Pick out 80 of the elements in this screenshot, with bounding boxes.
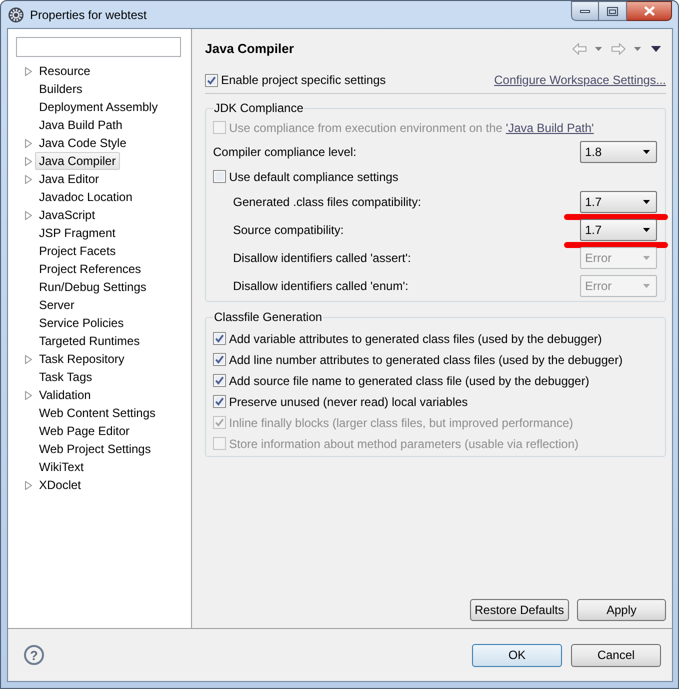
tree-item[interactable]: Task Tags: [35, 368, 96, 386]
checkbox-label: Enable project specific settings: [221, 72, 386, 89]
tree-item[interactable]: Resource: [35, 62, 94, 80]
checkbox-label: Add variable attributes to generated class files (used by the debugger): [229, 330, 602, 348]
expand-triangle-icon[interactable]: [25, 174, 32, 184]
action-button[interactable]: Apply: [577, 599, 666, 621]
back-arrow-icon[interactable]: [572, 43, 587, 55]
expand-triangle-icon[interactable]: [25, 480, 32, 490]
maximize-button[interactable]: [599, 1, 627, 21]
checkbox[interactable]: [213, 374, 226, 387]
close-icon: [644, 6, 654, 16]
checkbox[interactable]: [205, 74, 218, 86]
expand-triangle-icon[interactable]: [25, 138, 32, 148]
field-label: Generated .class files compatibility:: [233, 194, 422, 211]
tree-item[interactable]: Java Code Style: [35, 134, 130, 152]
checkbox-label: Store information about method parameters (usable via reflection): [229, 436, 579, 452]
field-label: Compiler compliance level:: [213, 144, 358, 161]
close-button[interactable]: [627, 1, 672, 21]
field-label: Disallow identifiers called 'assert':: [233, 250, 412, 267]
workspace-settings-link[interactable]: Configure Workspace Settings...: [494, 71, 666, 89]
group-title: Classfile Generation: [213, 309, 324, 325]
dropdown[interactable]: 1.7: [580, 219, 657, 241]
tree-item[interactable]: Project References: [35, 260, 146, 278]
tree-item[interactable]: JSP Fragment: [35, 224, 120, 242]
tree-item[interactable]: Java Build Path: [35, 116, 126, 134]
forward-arrow-icon[interactable]: [611, 43, 626, 55]
checkbox[interactable]: [213, 332, 226, 345]
filter-field[interactable]: [16, 37, 181, 57]
caret-down-icon: [643, 256, 650, 260]
tree-item[interactable]: Service Policies: [35, 314, 128, 332]
tree-item[interactable]: WikiText: [35, 458, 88, 476]
tree-item[interactable]: Task Repository: [35, 350, 128, 368]
field-label: Source compatibility:: [233, 222, 345, 239]
caret-down-icon: [643, 284, 650, 288]
tree-item[interactable]: Javadoc Location: [35, 188, 136, 206]
checkbox-label: Preserve unused (never read) local variables: [229, 394, 468, 410]
tree-item[interactable]: Deployment Assembly: [35, 98, 162, 116]
dropdown[interactable]: 1.8: [580, 141, 657, 163]
gear-icon: [8, 6, 24, 22]
tree-item[interactable]: Builders: [35, 80, 86, 98]
tree-item[interactable]: Web Project Settings: [35, 440, 155, 458]
tree-item[interactable]: Web Content Settings: [35, 404, 160, 422]
page-title: Java Compiler: [205, 40, 294, 58]
checkbox-label: Use default compliance settings: [229, 168, 398, 186]
checkbox-label: Inline finally blocks (larger class files, but improved performance): [229, 414, 574, 432]
help-button[interactable]: ?: [24, 645, 44, 665]
tree-item[interactable]: Web Page Editor: [35, 422, 134, 440]
minimize-button[interactable]: [571, 1, 599, 21]
dialog-button[interactable]: OK: [472, 644, 562, 666]
expand-triangle-icon[interactable]: [25, 210, 32, 220]
expand-triangle-icon[interactable]: [25, 156, 32, 166]
dropdown[interactable]: 1.7: [580, 191, 657, 213]
checkbox[interactable]: [213, 170, 226, 183]
minimize-icon: [580, 10, 590, 12]
tree-item[interactable]: Java Editor: [35, 170, 104, 188]
checkbox-label: Add source file name to generated class file (used by the debugger): [229, 372, 590, 390]
group-title: JDK Compliance: [213, 100, 304, 116]
dialog-button[interactable]: Cancel: [571, 644, 661, 666]
tree-item[interactable]: Java Compiler: [35, 152, 120, 170]
checkbox[interactable]: [213, 353, 226, 366]
expand-triangle-icon[interactable]: [25, 66, 32, 76]
tree-item[interactable]: JavaScript: [35, 206, 100, 224]
tree-item[interactable]: Server: [35, 296, 78, 314]
expand-triangle-icon[interactable]: [25, 390, 32, 400]
tree-item[interactable]: XDoclet: [35, 476, 86, 494]
maximize-icon: [607, 6, 618, 16]
tree-item[interactable]: Project Facets: [35, 242, 120, 260]
checkbox-label: Use compliance from execution environment on the 'Java Build Path': [229, 120, 594, 136]
checkbox-label: Add line number attributes to generated class files (used by the debugger): [229, 352, 623, 368]
field-label: Disallow identifiers called 'enum':: [233, 278, 410, 295]
tree-item[interactable]: Run/Debug Settings: [35, 278, 150, 296]
caret-down-icon: [643, 150, 650, 154]
action-button[interactable]: Restore Defaults: [470, 599, 569, 621]
tree-item[interactable]: Validation: [35, 386, 95, 404]
window-title: Properties for webtest: [30, 6, 147, 24]
tree-item[interactable]: Targeted Runtimes: [35, 332, 144, 350]
expand-triangle-icon[interactable]: [25, 354, 32, 364]
caret-down-icon: [643, 200, 650, 204]
checkbox[interactable]: [213, 395, 226, 408]
caret-down-icon: [643, 228, 650, 232]
